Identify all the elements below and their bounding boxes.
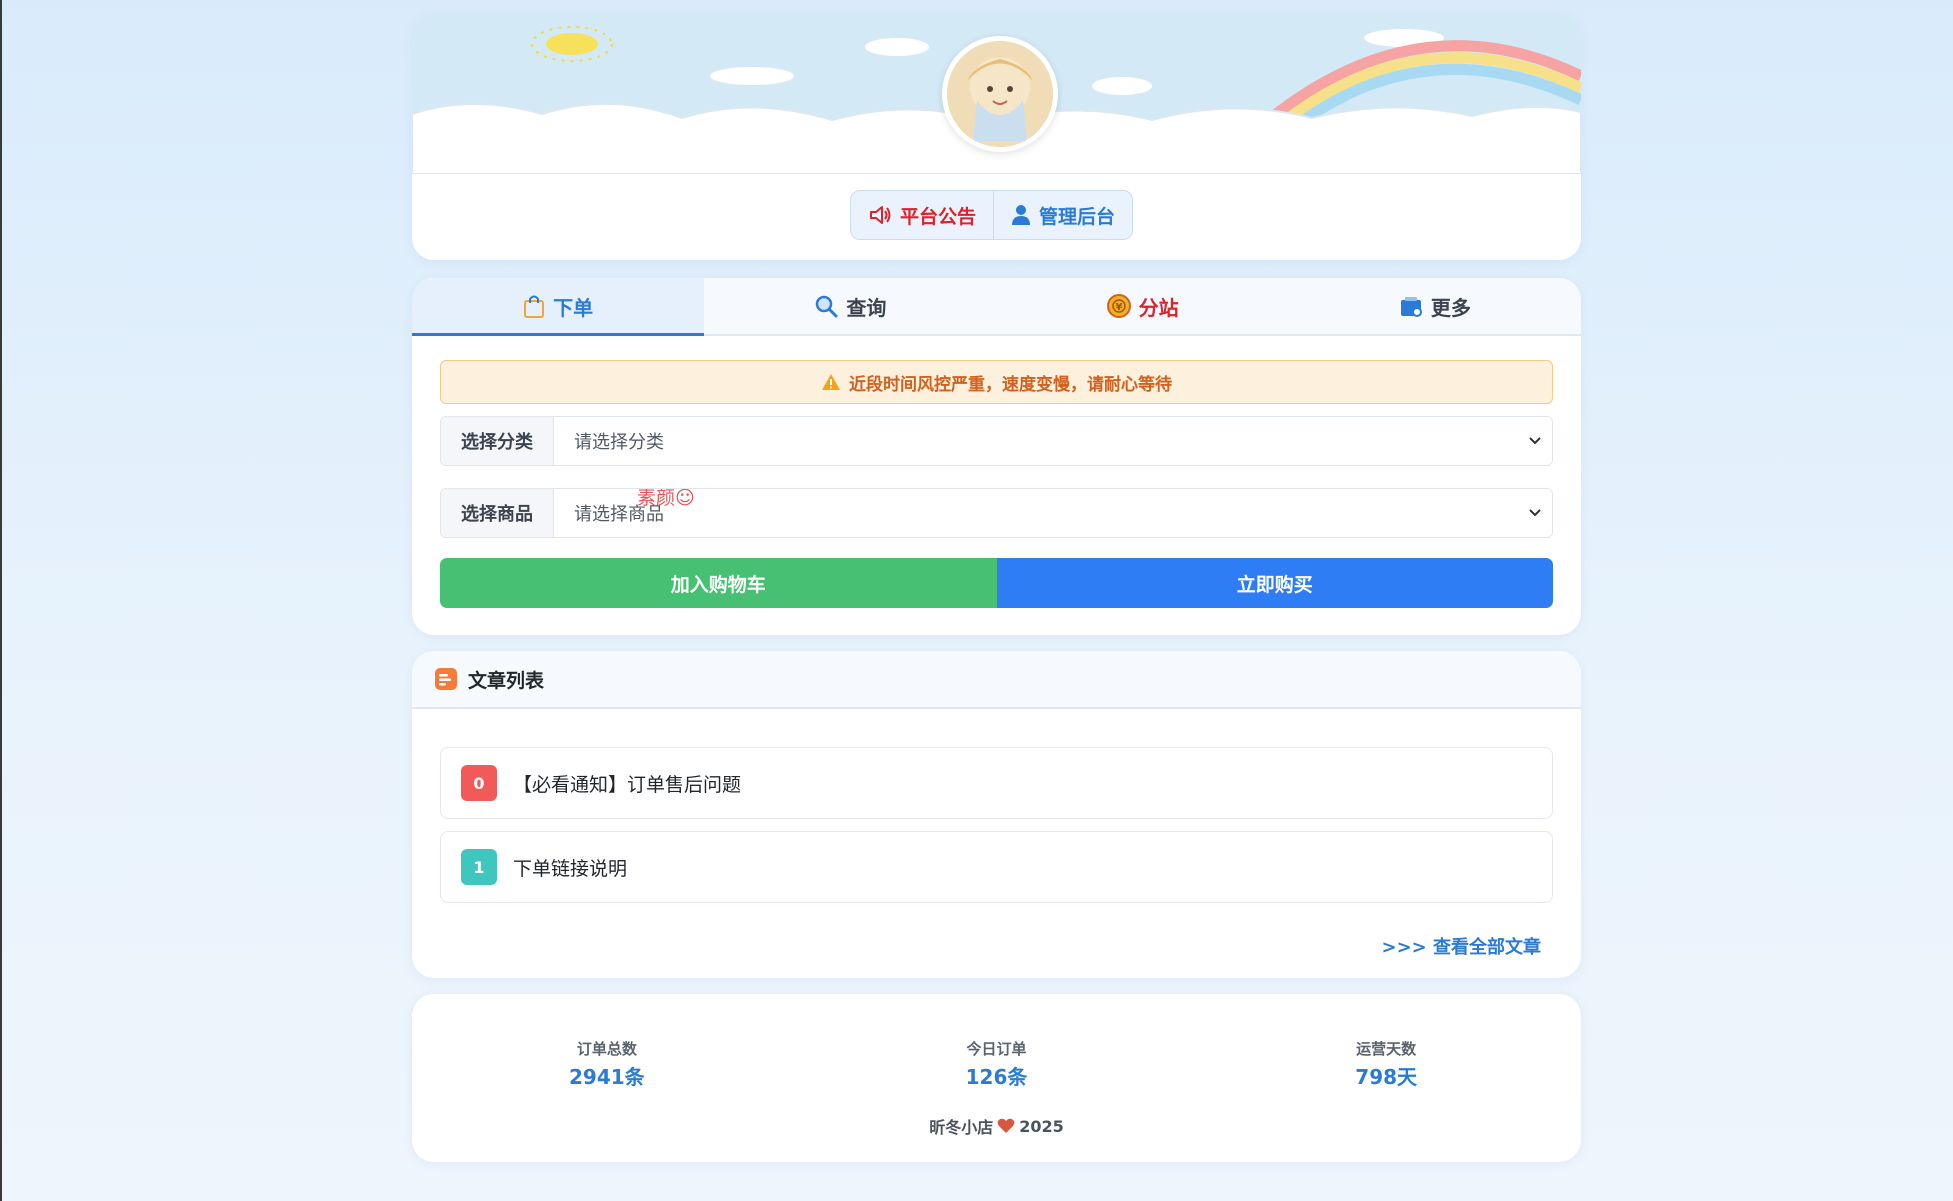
article-header: 文章列表 xyxy=(412,651,1581,709)
shopping-bag-icon xyxy=(524,295,545,318)
stats-row: 订单总数 2941条 今日订单 126条 运营天数 798天 xyxy=(412,994,1581,1090)
avatar[interactable] xyxy=(942,36,1058,152)
heart-icon xyxy=(997,1118,1015,1133)
stat-operating-days: 运营天数 798天 xyxy=(1191,1038,1581,1090)
tab-order-label: 下单 xyxy=(553,295,594,320)
document-icon xyxy=(435,668,457,690)
coin-icon: ¥ xyxy=(1106,294,1131,318)
page-container: 平台公告 管理后台 下单 查询 ¥ 分站 更多 近段时间风控严重，速度变慢，请耐… xyxy=(412,14,1581,1162)
product-select[interactable]: 请选择商品 xyxy=(554,489,1552,537)
category-select[interactable]: 请选择分类 xyxy=(554,417,1552,465)
product-field: 选择商品 请选择商品 素颜☺ xyxy=(440,488,1553,538)
add-to-cart-button[interactable]: 加入购物车 xyxy=(440,558,997,608)
article-index-badge: 1 xyxy=(461,849,497,885)
stat-value: 2941条 xyxy=(569,1065,645,1089)
stat-value: 126条 xyxy=(965,1065,1028,1089)
tab-more[interactable]: 更多 xyxy=(1289,278,1581,334)
order-card: 下单 查询 ¥ 分站 更多 近段时间风控严重，速度变慢，请耐心等待 选择分类 请… xyxy=(412,278,1581,635)
risk-alert: 近段时间风控严重，速度变慢，请耐心等待 xyxy=(440,360,1553,404)
stat-label: 今日订单 xyxy=(966,1040,1027,1058)
stat-label: 订单总数 xyxy=(576,1040,637,1058)
tab-bar: 下单 查询 ¥ 分站 更多 xyxy=(412,278,1581,336)
header-card: 平台公告 管理后台 xyxy=(412,14,1581,260)
tab-substation[interactable]: ¥ 分站 xyxy=(997,278,1289,334)
buy-now-button[interactable]: 立即购买 xyxy=(996,558,1553,608)
stat-value: 798天 xyxy=(1355,1065,1418,1089)
category-select-value: 请选择分类 xyxy=(574,432,664,453)
chevron-down-icon xyxy=(1529,437,1541,445)
alert-text: 近段时间风控严重，速度变慢，请耐心等待 xyxy=(849,374,1172,395)
tab-order[interactable]: 下单 xyxy=(412,278,705,336)
article-title: 下单链接说明 xyxy=(513,857,628,880)
order-form: 近段时间风控严重，速度变慢，请耐心等待 选择分类 请选择分类 选择商品 请选择商… xyxy=(412,336,1581,608)
admin-label: 管理后台 xyxy=(1039,205,1116,228)
tab-substation-label: 分站 xyxy=(1138,295,1179,320)
stat-total-orders: 订单总数 2941条 xyxy=(412,1038,802,1090)
stat-today-orders: 今日订单 126条 xyxy=(802,1038,1192,1090)
article-card: 文章列表 0 【必看通知】订单售后问题 1 下单链接说明 >>> 查看全部文章 xyxy=(412,651,1581,978)
article-list: 0 【必看通知】订单售后问题 1 下单链接说明 xyxy=(412,709,1581,903)
order-actions: 加入购物车 立即购买 xyxy=(440,558,1553,608)
footer: 昕冬小店 2025 xyxy=(412,1114,1581,1138)
view-all-link-wrap: >>> 查看全部文章 xyxy=(412,903,1581,959)
tab-query-label: 查询 xyxy=(846,295,887,320)
tab-more-label: 更多 xyxy=(1430,295,1471,320)
product-label: 选择商品 xyxy=(441,489,554,537)
stat-label: 运营天数 xyxy=(1356,1040,1417,1058)
category-field: 选择分类 请选择分类 xyxy=(440,416,1553,466)
announcement-label: 平台公告 xyxy=(900,205,977,228)
stats-card: 订单总数 2941条 今日订单 126条 运营天数 798天 昕冬小店 2025 xyxy=(412,994,1581,1162)
article-index-badge: 0 xyxy=(461,765,497,801)
view-all-articles-link[interactable]: >>> 查看全部文章 xyxy=(1381,937,1541,958)
announcement-button[interactable]: 平台公告 xyxy=(851,191,995,239)
article-list-title: 文章列表 xyxy=(468,669,545,692)
article-title: 【必看通知】订单售后问题 xyxy=(513,773,742,796)
window-left-edge xyxy=(0,0,2,1201)
footer-shop-name: 昕冬小店 xyxy=(929,1118,994,1137)
admin-button[interactable]: 管理后台 xyxy=(994,191,1132,239)
chevron-down-icon xyxy=(1529,509,1541,517)
toolbox-icon xyxy=(1400,297,1422,317)
list-item[interactable]: 0 【必看通知】订单售后问题 xyxy=(440,747,1553,819)
search-icon xyxy=(816,295,838,318)
category-label: 选择分类 xyxy=(441,417,554,465)
megaphone-icon xyxy=(870,206,891,224)
tab-query[interactable]: 查询 xyxy=(704,278,996,334)
watermark-text: 素颜☺ xyxy=(637,488,695,509)
footer-year: 2025 xyxy=(1019,1116,1064,1136)
header-actions: 平台公告 管理后台 xyxy=(850,190,1134,240)
warning-icon xyxy=(822,374,840,390)
user-icon xyxy=(1012,205,1031,225)
avatar-image xyxy=(947,41,1053,147)
list-item[interactable]: 1 下单链接说明 xyxy=(440,831,1553,903)
svg-text:¥: ¥ xyxy=(1115,302,1122,313)
